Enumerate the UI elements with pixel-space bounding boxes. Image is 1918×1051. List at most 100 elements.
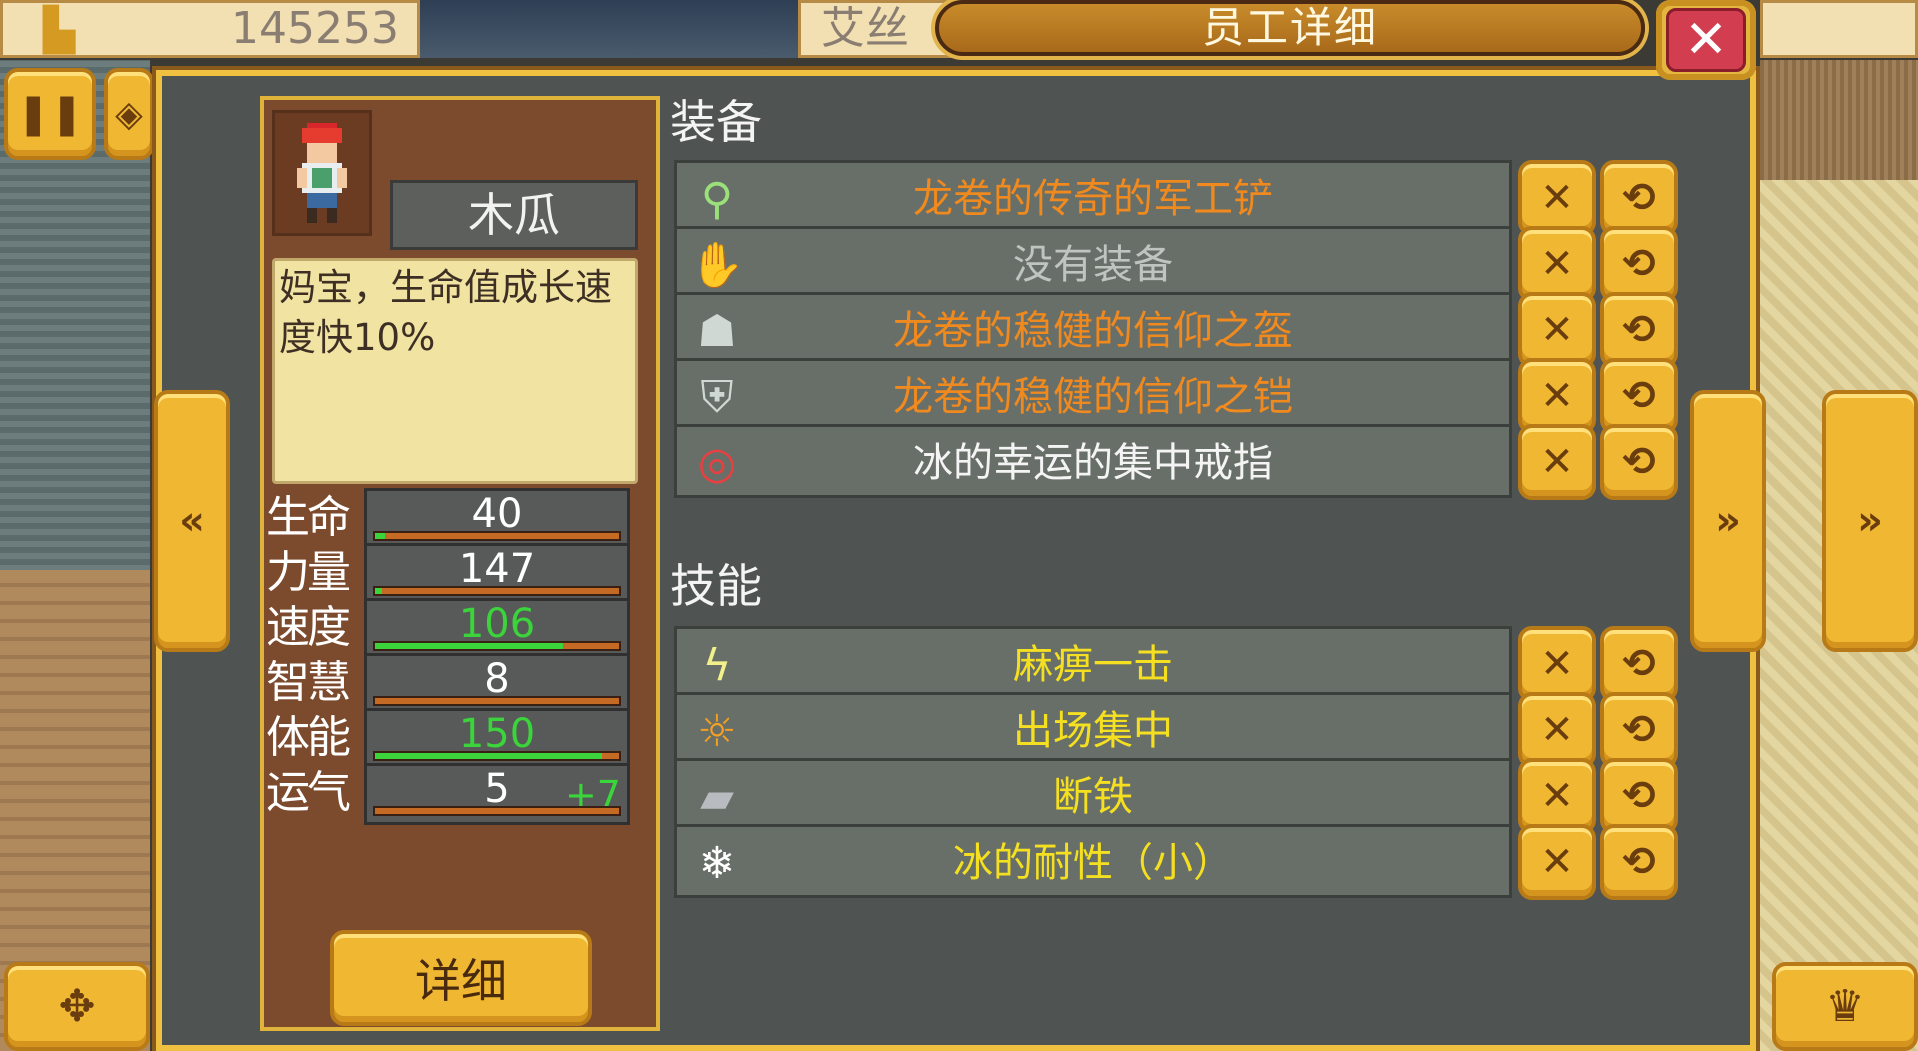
- slot-body[interactable]: ⛨ 龙卷的稳健的信仰之铠: [674, 358, 1512, 432]
- slot-body[interactable]: ✋ 没有装备: [674, 226, 1512, 300]
- skill-slot[interactable]: ❄ 冰的耐性（小） ✕ ⟲: [674, 824, 1678, 900]
- stat-label: 智慧: [266, 657, 351, 708]
- slot-label: 出场集中: [1013, 708, 1173, 754]
- ice-resist-icon: ❄: [698, 837, 736, 889]
- equipment-slot[interactable]: ⛨ 龙卷的稳健的信仰之铠 ✕ ⟲: [674, 358, 1678, 434]
- dialog-title-bar: 员工详细: [935, 0, 1645, 56]
- stat-progress-bar: [373, 531, 621, 541]
- swap-icon: ⟲: [1622, 175, 1656, 221]
- stat-progress-bar: [373, 751, 621, 761]
- swap-button[interactable]: ⟲: [1600, 758, 1678, 834]
- remove-button[interactable]: ✕: [1518, 424, 1596, 500]
- stat-progress-fill: [375, 753, 602, 759]
- slot-label: 冰的幸运的集中戒指: [913, 440, 1273, 486]
- equipment-slot[interactable]: ⚲ 龙卷的传奇的军工铲 ✕ ⟲: [674, 160, 1678, 236]
- next-page-button[interactable]: »: [1690, 390, 1766, 652]
- remove-button[interactable]: ✕: [1518, 824, 1596, 900]
- remove-button[interactable]: ✕: [1518, 692, 1596, 768]
- equipment-slot[interactable]: ☗ 龙卷的稳健的信仰之盔 ✕ ⟲: [674, 292, 1678, 368]
- top-right-panel: [1760, 0, 1918, 58]
- top-name-text: 艾丝: [821, 3, 909, 54]
- employee-detail-dialog: 木瓜 妈宝，生命值成长速度快10% 生命 40 力量 147 速度 106 智慧…: [156, 70, 1756, 1051]
- skill-slot[interactable]: ▰ 断铁 ✕ ⟲: [674, 758, 1678, 834]
- slot-label: 麻痹一击: [1013, 642, 1173, 688]
- slot-body[interactable]: ϟ 麻痹一击: [674, 626, 1512, 700]
- remove-button[interactable]: ✕: [1518, 358, 1596, 434]
- swap-icon: ⟲: [1622, 373, 1656, 419]
- stat-progress-bar: [373, 641, 621, 651]
- swap-button[interactable]: ⟲: [1600, 358, 1678, 434]
- stat-value-box: 40: [364, 488, 630, 550]
- crown-button[interactable]: ♛: [1772, 962, 1918, 1051]
- equipment-slot[interactable]: ◎ 冰的幸运的集中戒指 ✕ ⟲: [674, 424, 1678, 500]
- x-icon: ✕: [1540, 175, 1574, 221]
- armor-icon: ⛨: [700, 371, 734, 423]
- stat-progress-bar: [373, 696, 621, 706]
- slot-body[interactable]: ▰ 断铁: [674, 758, 1512, 832]
- slot-body[interactable]: ☗ 龙卷的稳健的信仰之盔: [674, 292, 1512, 366]
- prev-employee-button[interactable]: «: [154, 390, 230, 652]
- focus-icon: ☼: [697, 705, 737, 757]
- stat-label: 体能: [266, 712, 351, 763]
- x-icon: ✕: [1540, 839, 1574, 885]
- stat-label: 力量: [266, 547, 351, 598]
- remove-button[interactable]: ✕: [1518, 226, 1596, 302]
- stat-row: 运气 5 +7: [264, 763, 638, 827]
- swap-button[interactable]: ⟲: [1600, 692, 1678, 768]
- iron-icon: ▰: [700, 771, 734, 823]
- swap-button[interactable]: ⟲: [1600, 424, 1678, 500]
- stat-progress-fill: [375, 533, 385, 539]
- slot-body[interactable]: ⚲ 龙卷的传奇的军工铲: [674, 160, 1512, 234]
- remove-button[interactable]: ✕: [1518, 626, 1596, 702]
- pause-icon: ❚❚: [16, 91, 84, 137]
- swap-button[interactable]: ⟲: [1600, 292, 1678, 368]
- dialog-title: 员工详细: [1201, 3, 1378, 52]
- sky-strip: [420, 0, 800, 58]
- swap-icon: ⟲: [1622, 641, 1656, 687]
- remove-button[interactable]: ✕: [1518, 160, 1596, 236]
- swap-icon: ⟲: [1622, 241, 1656, 287]
- stat-value-box: 150: [364, 708, 630, 770]
- detail-button[interactable]: 详细: [330, 930, 592, 1026]
- skill-slot[interactable]: ϟ 麻痹一击 ✕ ⟲: [674, 626, 1678, 702]
- swap-icon: ⟲: [1622, 439, 1656, 485]
- slot-body[interactable]: ❄ 冰的耐性（小）: [674, 824, 1512, 898]
- swap-button[interactable]: ⟲: [1600, 626, 1678, 702]
- gold-panel: ▙ 145253: [0, 0, 420, 58]
- close-button[interactable]: ✕: [1656, 0, 1756, 80]
- slot-label: 没有装备: [1013, 242, 1173, 288]
- x-icon: ✕: [1540, 241, 1574, 287]
- slot-label: 断铁: [1053, 774, 1133, 820]
- swap-icon: ⟲: [1622, 307, 1656, 353]
- pause-button[interactable]: ❚❚: [4, 68, 96, 160]
- stat-progress-fill: [375, 643, 563, 649]
- slot-body[interactable]: ◎ 冰的幸运的集中戒指: [674, 424, 1512, 498]
- stat-value-box: 147: [364, 543, 630, 605]
- slot-label: 龙卷的稳健的信仰之铠: [893, 374, 1293, 420]
- double-chevron-right-icon: »: [1857, 498, 1883, 544]
- ring-icon: ◎: [697, 437, 737, 489]
- remove-button[interactable]: ✕: [1518, 758, 1596, 834]
- background-shelf: [1760, 60, 1918, 180]
- swap-icon: ⟲: [1622, 707, 1656, 753]
- x-icon: ✕: [1540, 307, 1574, 353]
- next-employee-button[interactable]: »: [1822, 390, 1918, 652]
- side-menu-button[interactable]: ◈: [104, 68, 154, 160]
- character-name: 木瓜: [390, 180, 638, 250]
- character-portrait: [272, 110, 372, 236]
- swap-button[interactable]: ⟲: [1600, 824, 1678, 900]
- remove-button[interactable]: ✕: [1518, 292, 1596, 368]
- slot-body[interactable]: ☼ 出场集中: [674, 692, 1512, 766]
- helmet-icon: ☗: [697, 305, 737, 357]
- swap-button[interactable]: ⟲: [1600, 226, 1678, 302]
- swap-icon: ⟲: [1622, 839, 1656, 885]
- compass-button[interactable]: ✥: [4, 962, 150, 1051]
- gem-icon: ◈: [115, 93, 143, 135]
- slot-label: 龙卷的稳健的信仰之盔: [893, 308, 1293, 354]
- swap-button[interactable]: ⟲: [1600, 160, 1678, 236]
- equipment-slot[interactable]: ✋ 没有装备 ✕ ⟲: [674, 226, 1678, 302]
- gold-icon: ▙: [43, 5, 76, 54]
- close-icon: ✕: [1666, 8, 1746, 72]
- equipment-section-title: 装备: [670, 95, 762, 149]
- skill-slot[interactable]: ☼ 出场集中 ✕ ⟲: [674, 692, 1678, 768]
